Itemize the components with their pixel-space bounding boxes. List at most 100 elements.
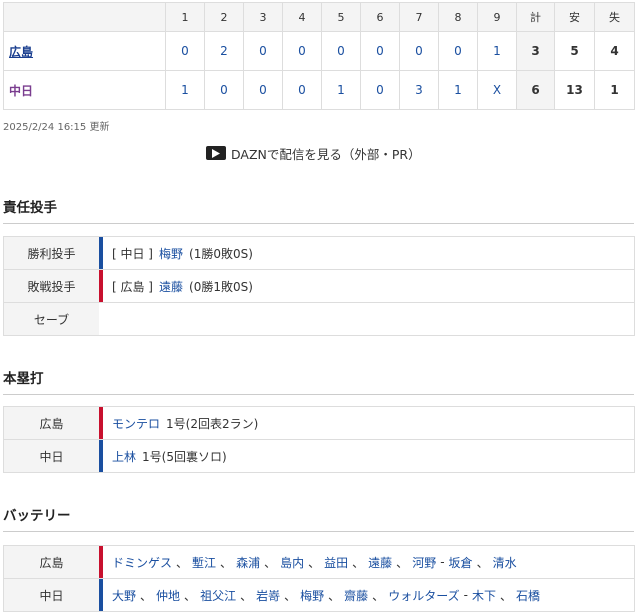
team-link-dragons[interactable]: 中日 xyxy=(9,84,33,98)
homerun-team-label: 広島 xyxy=(4,407,99,439)
inning-score: 0 xyxy=(438,31,478,71)
pitcher-row-label: 敗戦投手 xyxy=(4,270,99,302)
inning-score: X xyxy=(477,70,517,110)
battery-player-link[interactable]: 石橋 xyxy=(516,587,540,604)
separator: 、 xyxy=(140,588,153,603)
battery-player-link[interactable]: 梅野 xyxy=(300,587,324,604)
battery-player-link[interactable]: ドミンゲス xyxy=(112,554,172,571)
separator: 、 xyxy=(308,555,321,570)
pitcher-row-loss: 敗戦投手 [ 広島 ] 遠藤 (0勝1敗0S) xyxy=(4,270,634,303)
team-name-cell: 中日 xyxy=(3,70,166,110)
pitcher-name-link[interactable]: 梅野 xyxy=(159,245,183,262)
separator: 、 xyxy=(499,588,512,603)
pitcher-row-label: 勝利投手 xyxy=(4,237,99,269)
dazn-link[interactable]: DAZNで配信を見る（外部・PR） xyxy=(206,144,421,162)
inning-header: 7 xyxy=(399,2,439,32)
separator: 、 xyxy=(284,588,297,603)
inning-header: 3 xyxy=(243,2,283,32)
separator: 、 xyxy=(184,588,197,603)
separator: 、 xyxy=(264,555,277,570)
hits-count: 5 xyxy=(554,31,595,71)
battery-player-link[interactable]: 坂倉 xyxy=(449,554,473,571)
inning-score: 1 xyxy=(477,31,517,71)
team-link-carp[interactable]: 広島 xyxy=(9,45,33,59)
pitchers-title: 責任投手 xyxy=(3,200,57,216)
dazn-link-label: DAZNで配信を見る（外部・PR） xyxy=(231,146,421,162)
pitcher-row-value: [ 中日 ] 梅野 (1勝0敗0S) xyxy=(99,237,634,269)
updated-timestamp: 2025/2/24 16:15 更新 xyxy=(3,122,110,133)
inning-score: 0 xyxy=(243,31,283,71)
inning-score: 0 xyxy=(204,70,244,110)
battery-player-link[interactable]: 齋藤 xyxy=(344,587,368,604)
battery-row-carp: 広島 ドミンゲス、塹江、森浦、島内、益田、遠藤、河野 - 坂倉、清水 xyxy=(4,546,634,579)
inning-header: 9 xyxy=(477,2,517,32)
inning-score: 1 xyxy=(165,70,205,110)
homerun-player-link[interactable]: 上林 xyxy=(112,448,136,465)
section-divider xyxy=(3,531,634,532)
inning-score: 0 xyxy=(399,31,439,71)
total-runs: 3 xyxy=(516,31,555,71)
battery-player-link[interactable]: 岩嵜 xyxy=(256,587,280,604)
battery-player-link[interactable]: 清水 xyxy=(493,554,517,571)
inning-score: 1 xyxy=(438,70,478,110)
homerun-row-value: モンテロ 1号(2回表2ラン) xyxy=(99,407,634,439)
homerun-team-label: 中日 xyxy=(4,440,99,472)
battery-player-link[interactable]: 河野 xyxy=(412,554,436,571)
scoreboard-corner xyxy=(3,2,166,32)
section-divider xyxy=(3,394,634,395)
separator: - xyxy=(463,588,468,602)
hits-header: 安 xyxy=(554,2,595,32)
separator: 、 xyxy=(372,588,385,603)
inning-score: 3 xyxy=(399,70,439,110)
pitchers-box: 勝利投手 [ 中日 ] 梅野 (1勝0敗0S) 敗戦投手 [ 広島 ] 遠藤 (… xyxy=(3,236,635,336)
inning-score: 0 xyxy=(282,31,322,71)
homerun-row-value: 上林 1号(5回裏ソロ) xyxy=(99,440,634,472)
pitcher-row-value: [ 広島 ] 遠藤 (0勝1敗0S) xyxy=(99,270,634,302)
battery-team-label: 中日 xyxy=(4,579,99,611)
battery-player-link[interactable]: 祖父江 xyxy=(200,587,236,604)
separator: 、 xyxy=(352,555,365,570)
pitcher-name-link[interactable]: 遠藤 xyxy=(159,278,183,295)
battery-players: ドミンゲス、塹江、森浦、島内、益田、遠藤、河野 - 坂倉、清水 xyxy=(99,546,634,578)
battery-player-link[interactable]: 遠藤 xyxy=(368,554,392,571)
pitcher-record: (0勝1敗0S) xyxy=(189,279,253,294)
errors-count: 4 xyxy=(594,31,635,71)
separator: 、 xyxy=(328,588,341,603)
homerun-player-link[interactable]: モンテロ xyxy=(112,415,160,432)
scoreboard-row-carp: 広島 0 2 0 0 0 0 0 0 1 3 5 4 xyxy=(3,31,635,71)
homerun-row-dragons: 中日 上林 1号(5回裏ソロ) xyxy=(4,440,634,472)
battery-player-link[interactable]: 木下 xyxy=(472,587,496,604)
total-runs-header: 計 xyxy=(516,2,555,32)
hits-count: 13 xyxy=(554,70,595,110)
inning-header: 6 xyxy=(360,2,400,32)
homerun-detail: 1号(5回裏ソロ) xyxy=(142,449,227,464)
battery-player-link[interactable]: 大野 xyxy=(112,587,136,604)
errors-count: 1 xyxy=(594,70,635,110)
scoreboard-header-row: 1 2 3 4 5 6 7 8 9 計 安 失 xyxy=(3,2,635,32)
scoreboard-row-dragons: 中日 1 0 0 0 1 0 3 1 X 6 13 1 xyxy=(3,70,635,110)
scoreboard-table: 1 2 3 4 5 6 7 8 9 計 安 失 広島 0 2 0 0 0 0 0… xyxy=(3,2,635,110)
inning-score: 0 xyxy=(243,70,283,110)
homerun-row-carp: 広島 モンテロ 1号(2回表2ラン) xyxy=(4,407,634,440)
battery-player-link[interactable]: 島内 xyxy=(280,554,304,571)
battery-players: 大野、仲地、祖父江、岩嵜、梅野、齋藤、ウォルターズ - 木下、石橋 xyxy=(99,579,634,611)
inning-header: 2 xyxy=(204,2,244,32)
battery-team-label: 広島 xyxy=(4,546,99,578)
battery-player-link[interactable]: ウォルターズ xyxy=(388,587,459,604)
pitcher-team: [ 中日 ] xyxy=(112,246,153,261)
pitcher-team: [ 広島 ] xyxy=(112,279,153,294)
battery-row-dragons: 中日 大野、仲地、祖父江、岩嵜、梅野、齋藤、ウォルターズ - 木下、石橋 xyxy=(4,579,634,611)
homerun-detail: 1号(2回表2ラン) xyxy=(166,416,259,431)
separator: 、 xyxy=(396,555,409,570)
inning-header: 5 xyxy=(321,2,361,32)
battery-player-link[interactable]: 森浦 xyxy=(236,554,260,571)
separator: 、 xyxy=(176,555,189,570)
battery-player-link[interactable]: 仲地 xyxy=(156,587,180,604)
section-divider xyxy=(3,223,634,224)
battery-title: バッテリー xyxy=(3,508,71,524)
battery-player-link[interactable]: 益田 xyxy=(324,554,348,571)
pitcher-row-value xyxy=(99,303,634,335)
inning-score: 2 xyxy=(204,31,244,71)
inning-score: 0 xyxy=(360,70,400,110)
battery-player-link[interactable]: 塹江 xyxy=(192,554,216,571)
